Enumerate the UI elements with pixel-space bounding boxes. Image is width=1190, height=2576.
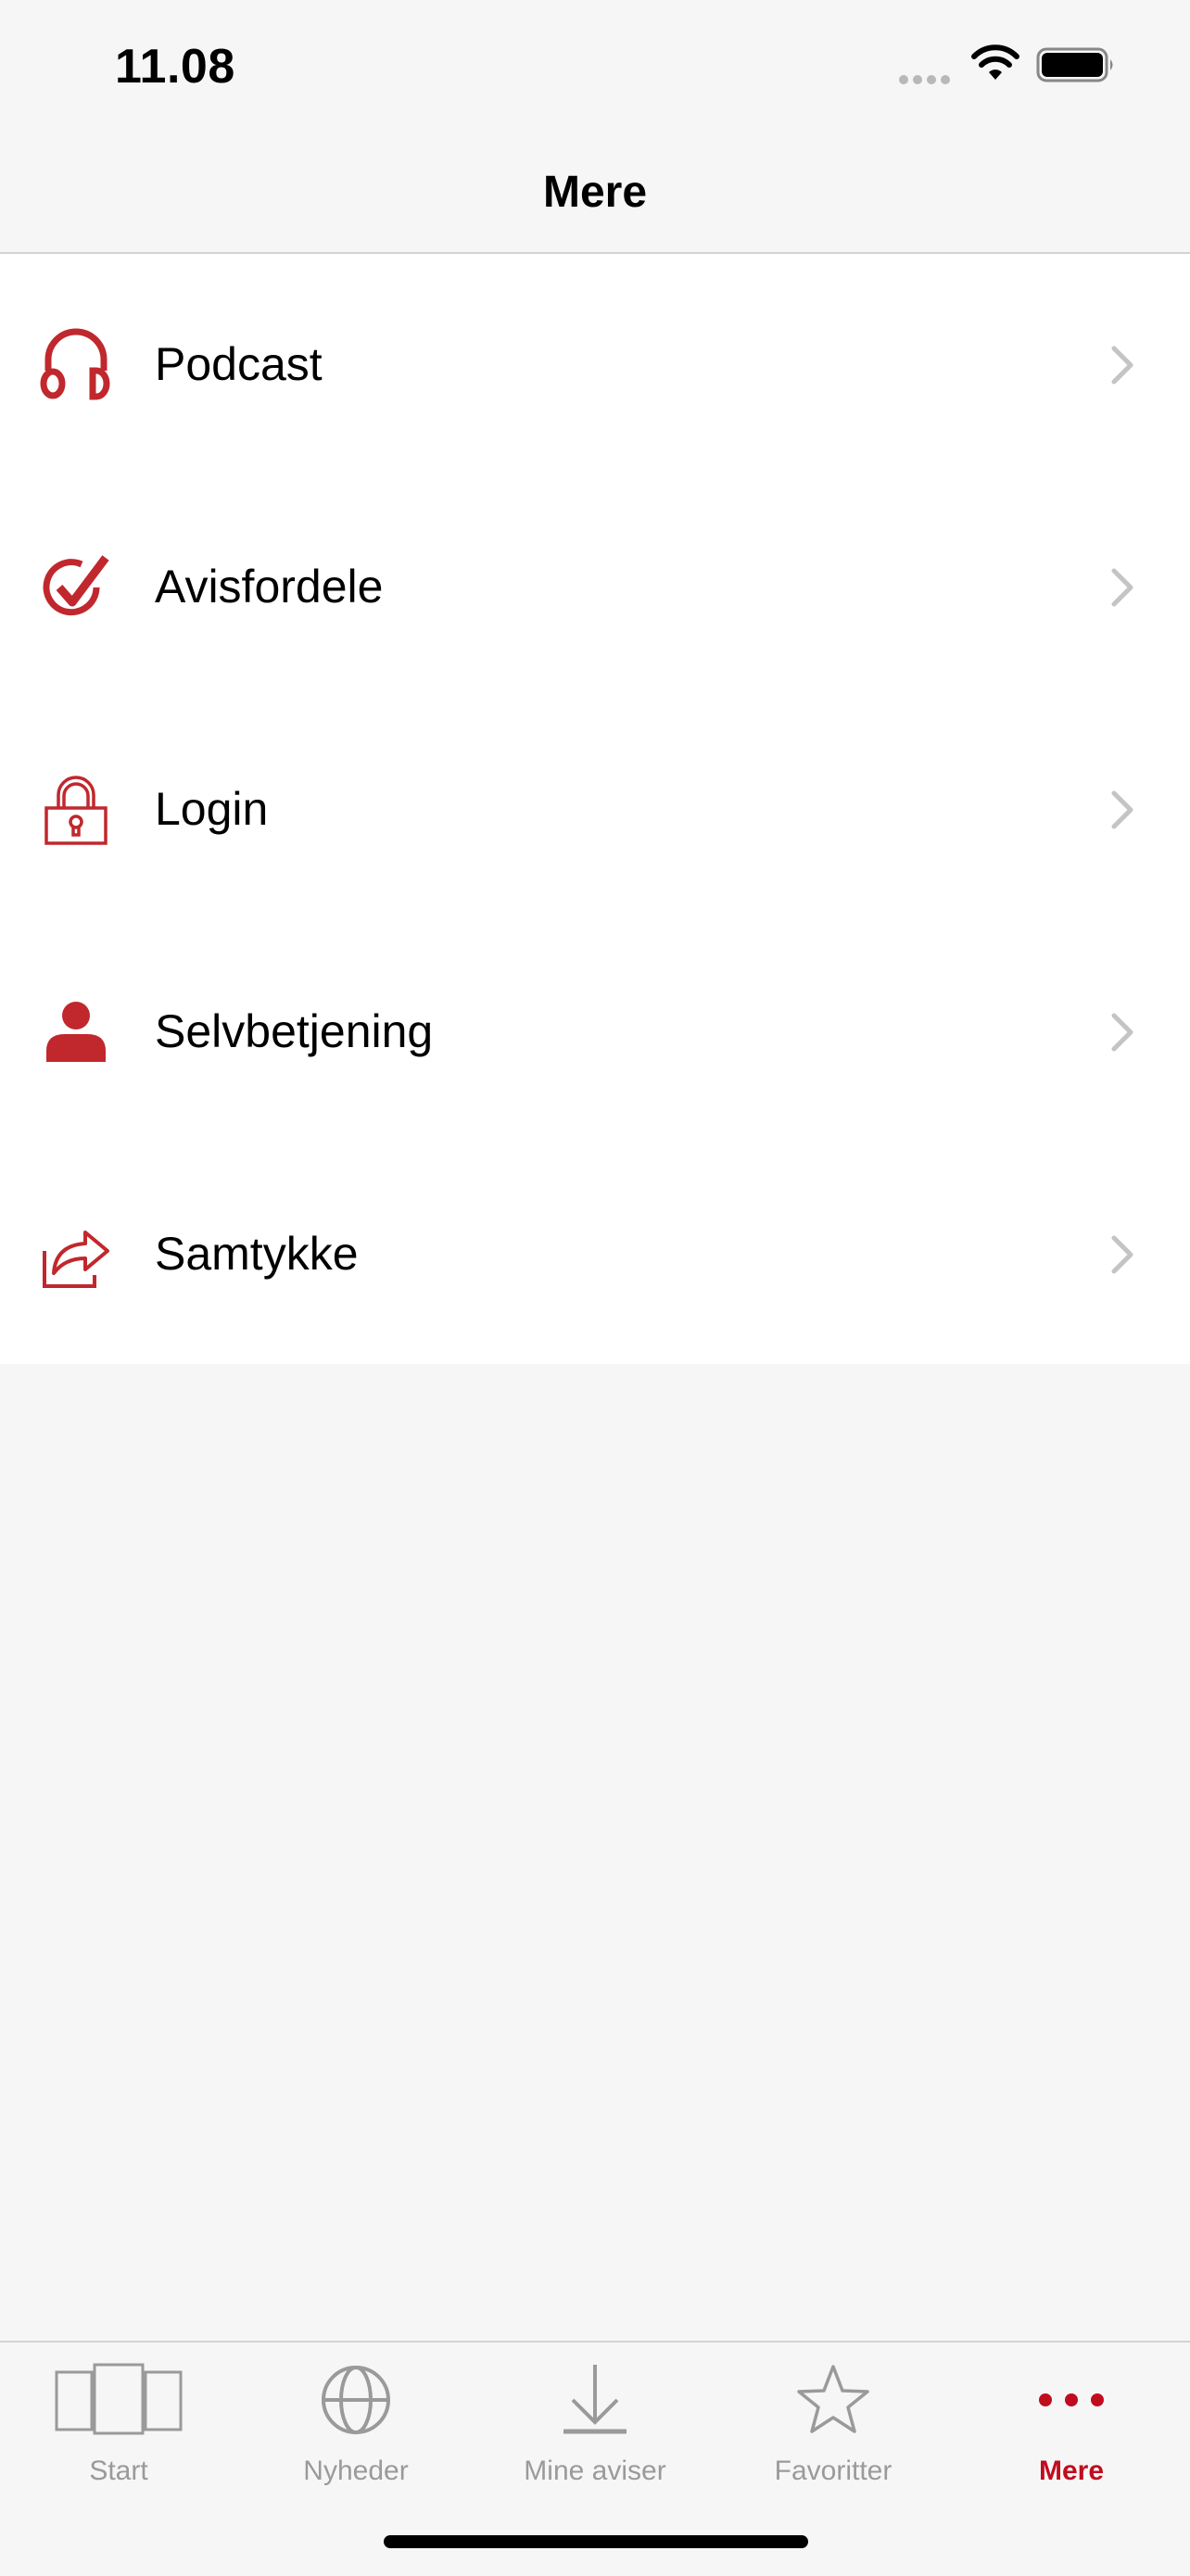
- tab-label: Mine aviser: [524, 2456, 666, 2486]
- tab-start[interactable]: Start: [0, 2342, 237, 2500]
- signal-dots-icon: [899, 72, 955, 89]
- menu-item-label: Selvbetjening: [155, 1005, 434, 1057]
- tab-label: Nyheder: [303, 2456, 409, 2486]
- navigation-bar: Mere: [0, 139, 1190, 254]
- tab-mere[interactable]: Mere: [953, 2342, 1190, 2500]
- menu-item-label: Samtykke: [155, 1228, 359, 1280]
- tab-label: Favoritter: [774, 2456, 892, 2486]
- page-title: Mere: [542, 168, 648, 217]
- menu-item-label: Avisfordele: [155, 561, 384, 612]
- pages-icon: [55, 2363, 183, 2435]
- check-circle-icon: [43, 555, 109, 616]
- menu-item-samtykke[interactable]: Samtykke: [0, 1143, 1190, 1366]
- status-bar: 11.08: [0, 0, 1190, 139]
- tab-nyheder[interactable]: Nyheder: [237, 2342, 475, 2500]
- chevron-right-icon: [1111, 1235, 1133, 1274]
- wifi-icon: [971, 44, 1019, 80]
- status-time: 11.08: [115, 40, 235, 94]
- menu-item-selvbetjening[interactable]: Selvbetjening: [0, 921, 1190, 1143]
- menu-list: Podcast Avisfordele Login Selvbetjening …: [0, 254, 1190, 1364]
- download-icon: [563, 2365, 627, 2434]
- tab-label: Mere: [1038, 2456, 1105, 2486]
- chevron-right-icon: [1111, 346, 1133, 385]
- star-icon: [797, 2365, 869, 2433]
- padlock-icon: [44, 776, 108, 845]
- menu-item-podcast[interactable]: Podcast: [0, 254, 1190, 476]
- menu-item-label: Podcast: [155, 338, 323, 390]
- chevron-right-icon: [1111, 1013, 1133, 1052]
- headphones-icon: [40, 328, 110, 400]
- menu-item-label: Login: [155, 783, 269, 835]
- share-arrow-icon: [43, 1231, 109, 1288]
- tab-label: Start: [89, 2456, 148, 2486]
- menu-item-avisfordele[interactable]: Avisfordele: [0, 476, 1190, 699]
- home-indicator[interactable]: [384, 2535, 808, 2548]
- globe-icon: [322, 2366, 390, 2434]
- chevron-right-icon: [1111, 790, 1133, 829]
- tab-favoritter[interactable]: Favoritter: [715, 2342, 952, 2500]
- more-dots-icon: [1039, 2393, 1104, 2406]
- battery-icon: [1036, 47, 1113, 82]
- menu-item-login[interactable]: Login: [0, 699, 1190, 921]
- tab-mine-aviser[interactable]: Mine aviser: [476, 2342, 714, 2500]
- chevron-right-icon: [1111, 568, 1133, 607]
- person-icon: [46, 1002, 106, 1062]
